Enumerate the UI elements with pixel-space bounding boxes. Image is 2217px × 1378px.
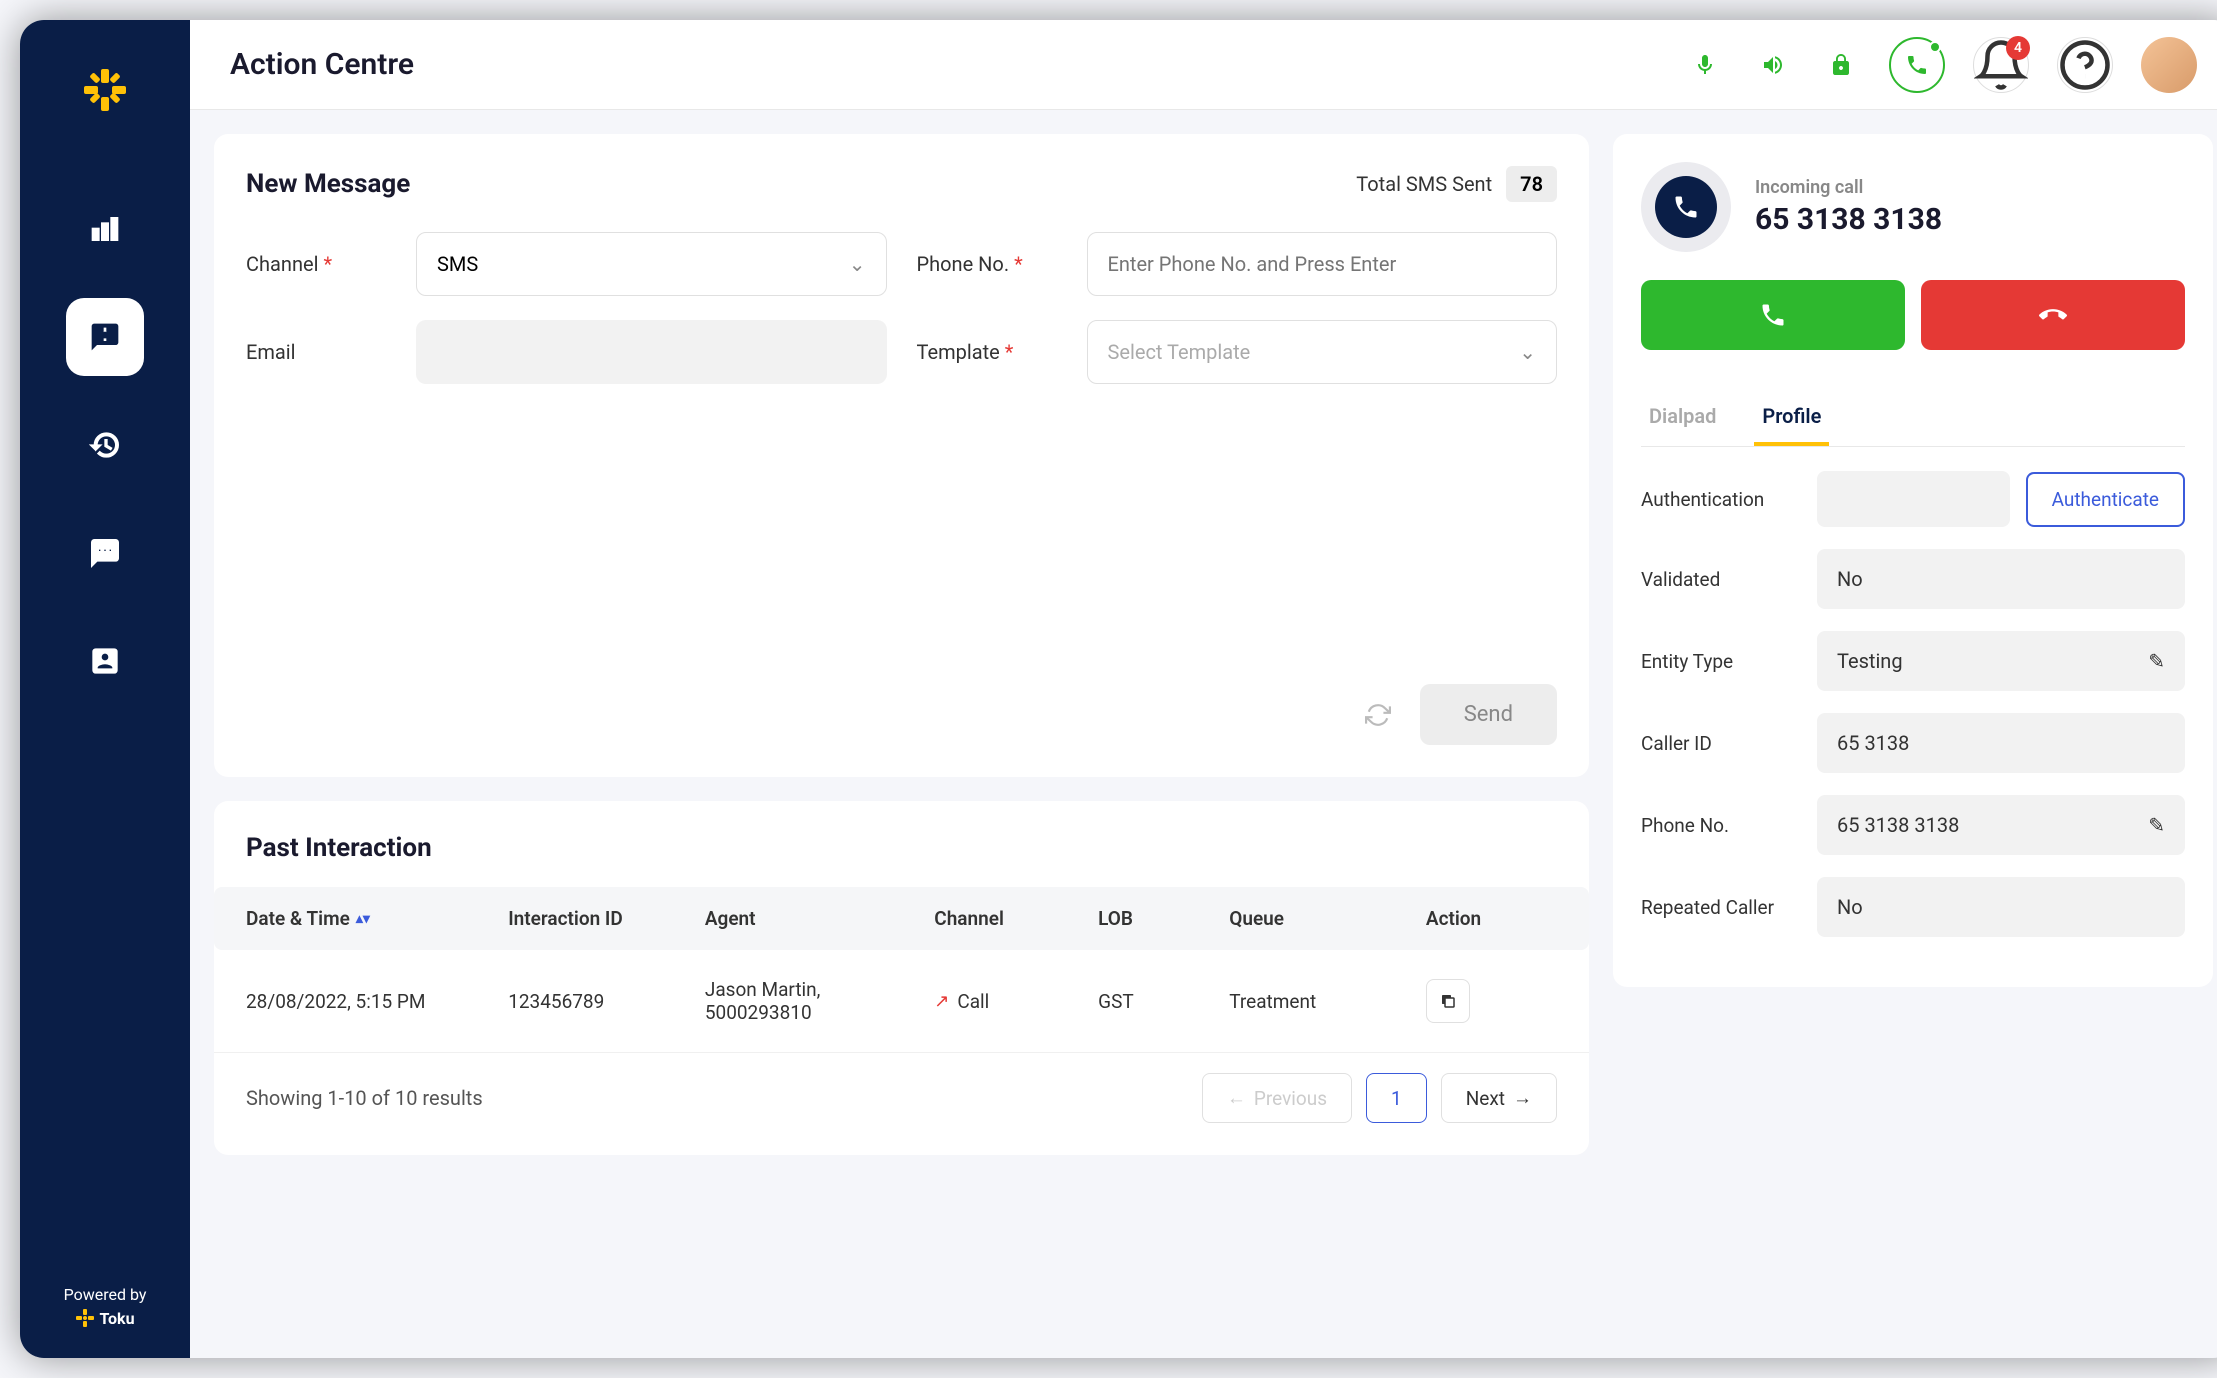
- incoming-call-label: Incoming call: [1755, 177, 1942, 198]
- phone-hangup-icon: [2039, 301, 2067, 329]
- past-interaction-title: Past Interaction: [246, 833, 1557, 863]
- phone-label: Phone No. *: [917, 252, 1057, 276]
- notifications-icon[interactable]: 4: [1973, 37, 2029, 93]
- speaker-icon[interactable]: [1753, 45, 1793, 85]
- phone-status-icon[interactable]: [1889, 37, 1945, 93]
- nav-chat[interactable]: [66, 514, 144, 592]
- nav-history[interactable]: [66, 406, 144, 484]
- sort-icon: ▴▾: [356, 911, 370, 927]
- help-icon[interactable]: [2057, 37, 2113, 93]
- repeated-caller-value: No: [1817, 877, 2185, 937]
- table-header: Date & Time ▴▾ Interaction ID Agent Chan…: [214, 887, 1589, 950]
- prev-button[interactable]: ← Previous: [1202, 1073, 1352, 1123]
- accept-call-button[interactable]: [1641, 280, 1905, 350]
- send-button[interactable]: Send: [1420, 684, 1557, 745]
- authentication-value: [1817, 471, 2010, 527]
- caller-id-value: 65 3138: [1817, 713, 2185, 773]
- past-interaction-card: Past Interaction Date & Time ▴▾ Interact…: [214, 801, 1589, 1155]
- th-lob[interactable]: LOB: [1098, 907, 1229, 930]
- arrow-left-icon: ←: [1227, 1086, 1246, 1110]
- page-title: Action Centre: [230, 47, 1685, 82]
- header: Action Centre 4: [190, 20, 2217, 110]
- phone-input[interactable]: [1087, 232, 1558, 296]
- row-action-button[interactable]: [1426, 979, 1470, 1023]
- powered-by: Powered by Toku: [64, 1285, 147, 1328]
- tab-dialpad[interactable]: Dialpad: [1641, 390, 1724, 446]
- nav-messages[interactable]: [66, 298, 144, 376]
- caller-id-label: Caller ID: [1641, 732, 1801, 755]
- th-queue[interactable]: Queue: [1229, 907, 1426, 930]
- page-1-button[interactable]: 1: [1366, 1073, 1427, 1123]
- th-channel[interactable]: Channel: [934, 907, 1098, 930]
- validated-value: No: [1817, 549, 2185, 609]
- th-datetime[interactable]: Date & Time ▴▾: [246, 907, 508, 930]
- phone-no-label: Phone No.: [1641, 814, 1801, 837]
- avatar[interactable]: [2141, 37, 2197, 93]
- entity-type-value: Testing ✎: [1817, 631, 2185, 691]
- entity-type-label: Entity Type: [1641, 650, 1801, 673]
- caller-number: 65 3138 3138: [1755, 202, 1942, 237]
- nav-contacts[interactable]: [66, 622, 144, 700]
- channel-label: Channel *: [246, 252, 386, 276]
- table-row: 28/08/2022, 5:15 PM 123456789 Jason Mart…: [214, 950, 1589, 1053]
- phone-icon: [1672, 193, 1700, 221]
- arrow-right-icon: →: [1513, 1086, 1532, 1110]
- total-sms-count: 78: [1506, 166, 1557, 202]
- lock-icon[interactable]: [1821, 45, 1861, 85]
- call-panel: Incoming call 65 3138 3138 Dialpad: [1613, 134, 2213, 987]
- channel-select[interactable]: SMS ⌄: [416, 232, 887, 296]
- template-label: Template *: [917, 340, 1057, 364]
- authenticate-button[interactable]: Authenticate: [2026, 472, 2185, 527]
- email-label: Email: [246, 340, 386, 364]
- th-agent[interactable]: Agent: [705, 907, 934, 930]
- reject-call-button[interactable]: [1921, 280, 2185, 350]
- edit-icon[interactable]: ✎: [2148, 649, 2165, 673]
- total-sms-label: Total SMS Sent: [1356, 172, 1492, 196]
- outbound-call-icon: ↗: [934, 991, 949, 1012]
- authentication-label: Authentication: [1641, 488, 1801, 511]
- template-select[interactable]: Select Template ⌄: [1087, 320, 1558, 384]
- phone-icon: [1759, 301, 1787, 329]
- tab-profile[interactable]: Profile: [1754, 390, 1829, 446]
- mic-icon[interactable]: [1685, 45, 1725, 85]
- th-action[interactable]: Action: [1426, 907, 1557, 930]
- app-logo: [75, 60, 135, 120]
- new-message-card: New Message Total SMS Sent 78 Channel * …: [214, 134, 1589, 777]
- notification-badge: 4: [2006, 36, 2030, 60]
- new-message-title: New Message: [246, 169, 410, 199]
- chevron-down-icon: ⌄: [849, 252, 866, 276]
- email-input[interactable]: [416, 320, 887, 384]
- phone-no-value: 65 3138 3138 ✎: [1817, 795, 2185, 855]
- th-interaction-id[interactable]: Interaction ID: [508, 907, 705, 930]
- validated-label: Validated: [1641, 568, 1801, 591]
- status-dot: [1929, 41, 1941, 53]
- pagination-info: Showing 1-10 of 10 results: [246, 1086, 483, 1110]
- next-button[interactable]: Next →: [1441, 1073, 1557, 1123]
- refresh-icon[interactable]: [1356, 693, 1400, 737]
- caller-avatar: [1641, 162, 1731, 252]
- chevron-down-icon: ⌄: [1519, 340, 1536, 364]
- sidebar: Powered by Toku: [20, 20, 190, 1358]
- repeated-caller-label: Repeated Caller: [1641, 896, 1801, 919]
- edit-icon[interactable]: ✎: [2148, 813, 2165, 837]
- nav-analytics[interactable]: [66, 190, 144, 268]
